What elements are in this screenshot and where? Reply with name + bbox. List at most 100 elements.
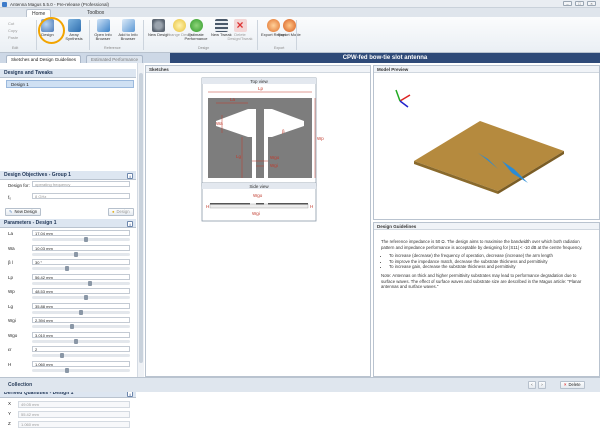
close-icon[interactable]: × [587, 1, 596, 6]
parameter-name: Wgi [8, 318, 16, 323]
parameter-slider[interactable] [32, 324, 130, 329]
slider-knob[interactable] [83, 237, 88, 242]
left-scrollbar[interactable] [137, 63, 144, 377]
slider-knob[interactable] [74, 251, 79, 257]
guidelines-intro: The reference impedance is 50 Ω. The des… [381, 239, 583, 250]
new-design-small-button[interactable]: ✎ New Design [5, 208, 42, 216]
slider-knob[interactable] [79, 309, 83, 315]
slider-knob[interactable] [64, 367, 69, 373]
ribbon-separator [257, 20, 258, 50]
derived-name: Z [8, 421, 11, 426]
parameter-name: Wp [8, 289, 15, 294]
metal-right [268, 203, 308, 205]
parameter-name: La [8, 231, 14, 236]
guidelines-note: Note: Antennas on thick and higher permi… [381, 272, 582, 290]
next-arrow-button[interactable]: › [538, 381, 546, 389]
window-controls: – □ × [563, 1, 596, 6]
wa-label: Wa [216, 121, 223, 126]
parameter-name: β l [8, 260, 13, 265]
tab-estimated-performance[interactable]: Estimated Performance [86, 54, 144, 63]
parameter-value[interactable]: 1.060 mm [32, 360, 130, 367]
design-objectives-header[interactable]: Design Objectives - Group 1i [0, 171, 136, 180]
side-view-label: Side view [249, 184, 269, 189]
slider-knob[interactable] [69, 324, 74, 329]
copy-button[interactable]: Copy [8, 28, 17, 33]
parameter-slider[interactable] [32, 266, 130, 271]
f0-input[interactable]: 8 GHz [32, 193, 130, 199]
derived-value: 55.42 mm [18, 411, 130, 418]
slider-knob[interactable] [60, 353, 65, 358]
sketches-panel: Sketches Top view Lp La Wa Wp Lg Wgo Wgi… [145, 65, 371, 377]
quick-access-icon[interactable] [2, 1, 7, 7]
info-icon[interactable]: i [127, 220, 133, 227]
estimate-performance-button[interactable]: Estimate Performance [184, 19, 208, 42]
parameter-slider[interactable] [32, 309, 130, 315]
wgo-side-label: Wgo [253, 193, 263, 198]
beta-label: β [282, 129, 285, 134]
metal-left [210, 203, 250, 205]
parameter-value[interactable]: 17.04 mm [32, 230, 130, 236]
tab-home[interactable]: Home [26, 9, 52, 17]
parameter-value[interactable]: 30 ° [32, 259, 130, 265]
tab-toolbox[interactable]: Toolbox [82, 9, 109, 17]
tab-sketches-guidelines[interactable]: Sketches and Design Guidelines [6, 54, 82, 63]
parameter-slider[interactable] [32, 237, 130, 242]
parameters-header[interactable]: Parameters - Design 1i [0, 219, 136, 228]
design-icon: ✎ [9, 209, 13, 214]
design-for-select[interactable]: operating frequency [32, 181, 130, 187]
add-to-info-browser-button[interactable]: Add to Info Browser [117, 19, 139, 42]
parameter-value[interactable]: 2 [32, 346, 130, 352]
parameter-slider[interactable] [32, 367, 130, 373]
ribbon-tabs: Home Toolbox [0, 8, 600, 17]
prev-arrow-button[interactable]: ‹ [528, 381, 536, 389]
wp-label: Wp [317, 136, 324, 141]
derived-row: Y 55.42 mm [0, 410, 136, 419]
cpw-center-strip [256, 109, 264, 178]
ribbon: Cut Copy Paste Edit Design Array Synthes… [0, 17, 600, 53]
open-info-browser-button[interactable]: Open Info Browser [93, 19, 113, 42]
array-synthesis-button[interactable]: Array Synthesis [64, 19, 84, 42]
scroll-thumb[interactable] [139, 73, 143, 363]
delete-icon: × [233, 19, 247, 32]
design-small-button[interactable]: ● Design [108, 208, 134, 216]
f0-label: f₀ [8, 195, 12, 200]
design-guidelines-header: Design Guidelines [374, 223, 599, 230]
slider-knob[interactable] [64, 266, 69, 271]
info-icon[interactable]: i [127, 172, 133, 179]
cpw-gap-right [264, 137, 268, 178]
substrate-side [209, 203, 309, 209]
info-browser-icon [96, 19, 110, 32]
design-list-item[interactable]: Design 1 [6, 80, 134, 88]
parameter-value[interactable]: 3.010 mm [32, 331, 130, 338]
paste-button[interactable]: Paste [8, 35, 18, 40]
parameter-value[interactable]: 48.53 mm [32, 288, 130, 294]
left-panel: Designs and Tweaks Design 1 Design Objec… [0, 63, 144, 428]
slider-knob[interactable] [83, 295, 88, 300]
slider-knob[interactable] [74, 338, 79, 344]
export-mode-button[interactable]: Export Mode [278, 19, 301, 37]
parameter-value[interactable]: 10.03 mm [32, 244, 130, 251]
parameter-name: Lp [8, 274, 14, 280]
parameter-name: εr [8, 347, 12, 352]
delete-design-button[interactable]: × Delete Design/Tweak [227, 19, 253, 42]
parameter-value[interactable]: 35.88 mm [32, 302, 130, 309]
parameter-value[interactable]: 2.394 mm [32, 317, 130, 323]
parameter-slider[interactable] [32, 353, 130, 358]
derived-row: X 49.05 mm [0, 400, 136, 409]
parameter-slider[interactable] [32, 295, 130, 300]
document-title: CPW-fed bow-tie slot antenna [170, 53, 600, 63]
lg-label: Lg [236, 154, 242, 159]
ribbon-separator [296, 20, 297, 50]
parameter-slider[interactable] [32, 280, 130, 286]
slider-knob[interactable] [88, 280, 93, 286]
model-3d-view[interactable] [374, 73, 599, 219]
minimize-icon[interactable]: – [563, 1, 572, 6]
parameter-value[interactable]: 56.42 mm [32, 273, 130, 280]
parameter-slider[interactable] [32, 251, 130, 257]
cut-button[interactable]: Cut [8, 21, 14, 26]
top-view-label: Top view [250, 79, 268, 84]
parameter-name: H [8, 361, 12, 367]
delete-collection-button[interactable]: × Delete [560, 381, 585, 389]
parameter-slider[interactable] [32, 338, 130, 344]
maximize-icon[interactable]: □ [575, 1, 584, 6]
